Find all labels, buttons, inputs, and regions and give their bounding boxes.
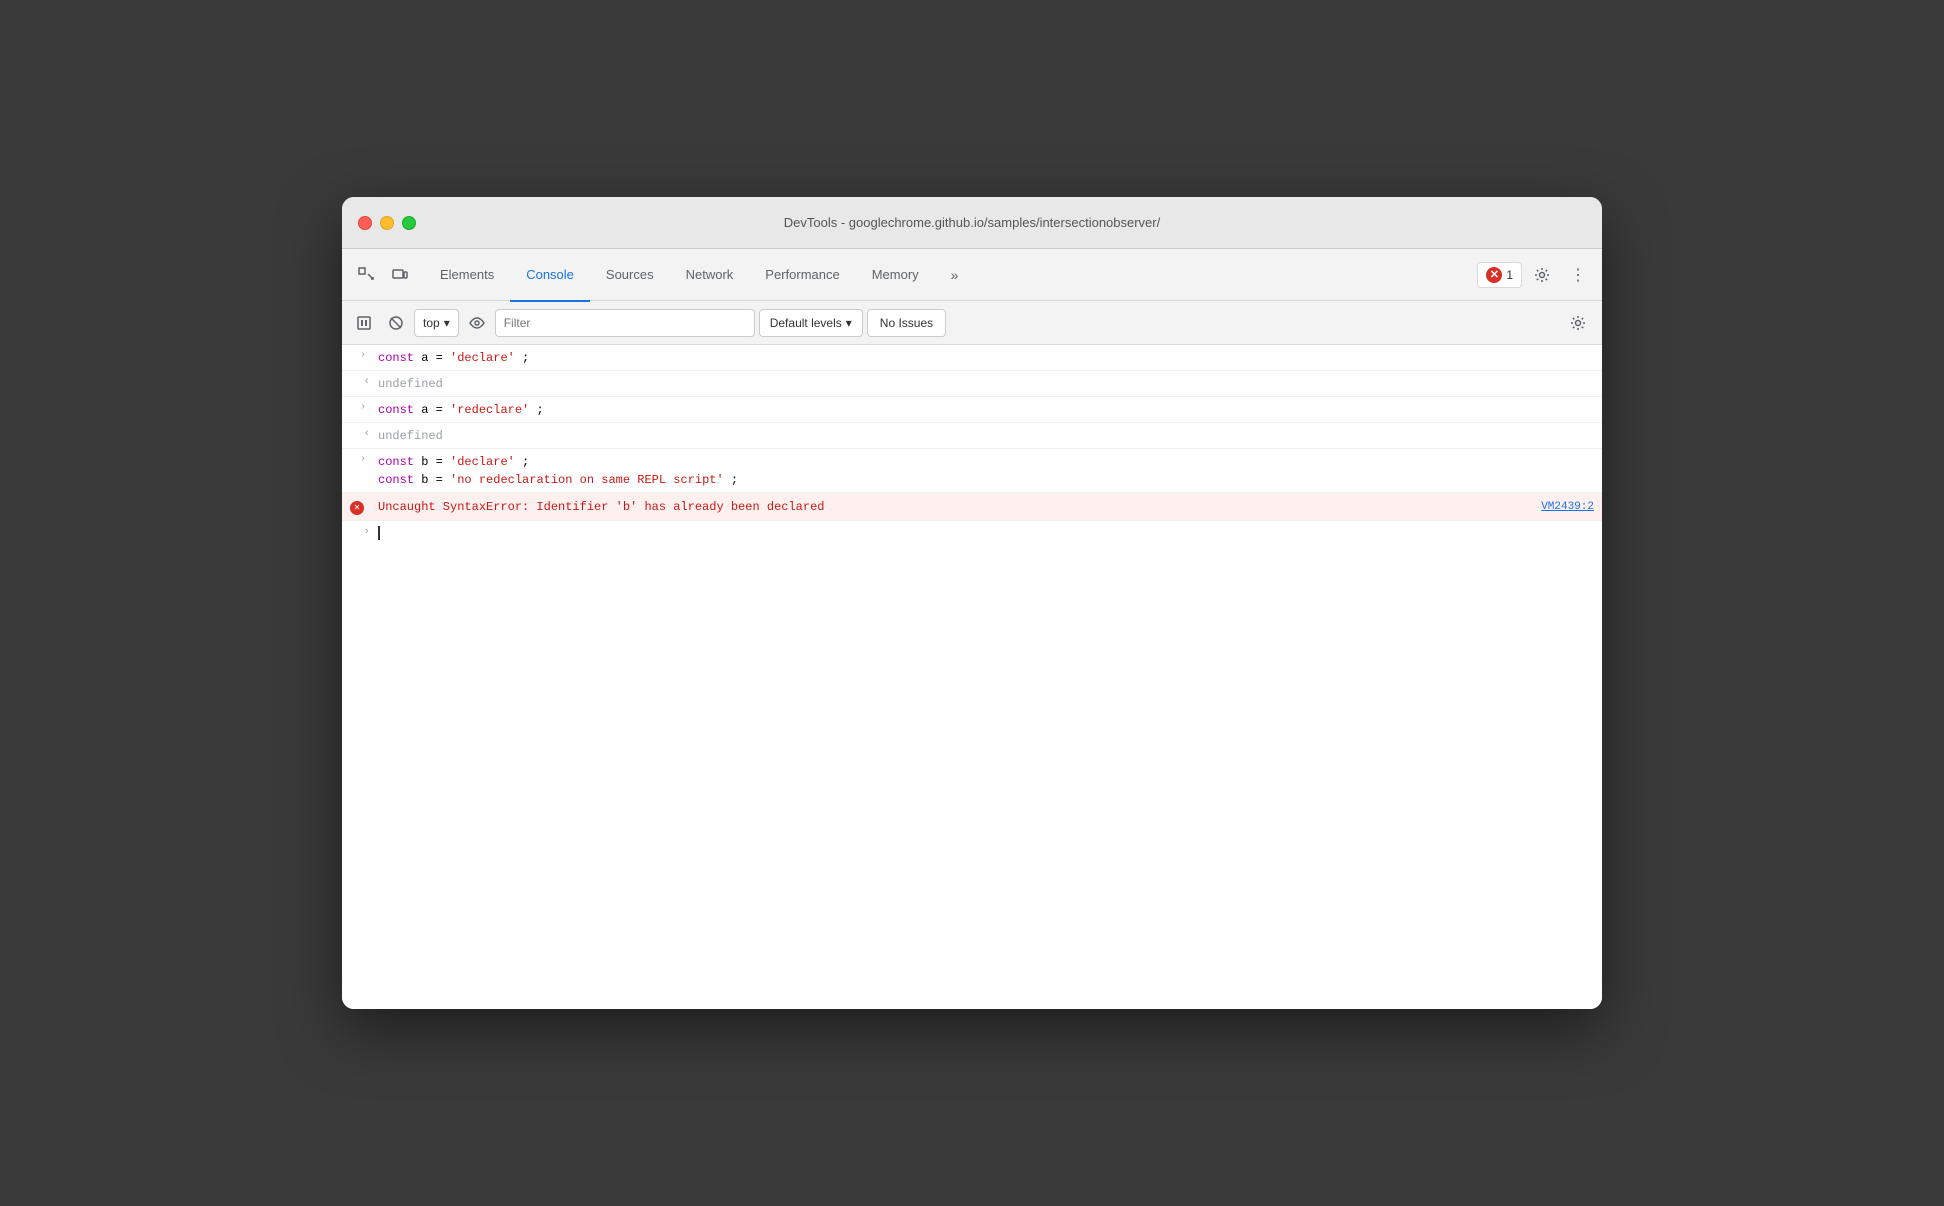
keyword-const-2: const: [378, 403, 414, 417]
error-count-icon: ✕: [1486, 267, 1502, 283]
console-input[interactable]: [378, 524, 1594, 540]
tab-performance[interactable]: Performance: [749, 250, 855, 302]
keyword-const-4: const: [378, 473, 414, 487]
levels-arrow-icon: ▾: [846, 316, 852, 330]
output-arrow-2: ‹: [363, 428, 370, 440]
console-line-1: › const a = 'declare' ;: [342, 345, 1602, 371]
error-x-icon: ✕: [1490, 268, 1499, 281]
devtools-window: DevTools - googlechrome.github.io/sample…: [342, 197, 1602, 1009]
string-no-redeclaration: 'no redeclaration on same REPL script': [450, 473, 724, 487]
error-count: 1: [1506, 268, 1513, 282]
device-toolbar-button[interactable]: [384, 259, 416, 291]
console-line-4: ‹ undefined: [342, 423, 1602, 449]
keyword-const-1: const: [378, 351, 414, 365]
string-declare-b: 'declare': [450, 455, 515, 469]
tab-console[interactable]: Console: [510, 250, 590, 302]
console-line-error: ✕ Uncaught SyntaxError: Identifier 'b' h…: [342, 493, 1602, 521]
code-line-5a: const b = 'declare' ;: [378, 453, 1594, 471]
no-issues-button[interactable]: No Issues: [867, 309, 946, 337]
input-cursor: [378, 526, 380, 540]
error-message: Uncaught SyntaxError: Identifier 'b' has…: [378, 498, 1525, 516]
expand-arrow-1[interactable]: ›: [360, 350, 366, 361]
tab-bar-right: ✕ 1 ⋮: [1477, 259, 1594, 291]
traffic-lights: [358, 216, 416, 230]
levels-button[interactable]: Default levels ▾: [759, 309, 863, 337]
context-dropdown-arrow: ▾: [444, 316, 450, 330]
tab-sources[interactable]: Sources: [590, 250, 670, 302]
console-settings-button[interactable]: [1562, 307, 1594, 339]
eye-button[interactable]: [463, 309, 491, 337]
context-selector[interactable]: top ▾: [414, 309, 459, 337]
undefined-text-1: undefined: [378, 377, 443, 391]
console-line-3: › const a = 'redeclare' ;: [342, 397, 1602, 423]
tab-bar: Elements Console Sources Network Perform…: [342, 249, 1602, 301]
line-gutter-error: ✕: [342, 497, 378, 515]
expand-arrow-3[interactable]: ›: [360, 402, 366, 413]
line-content-3: const a = 'redeclare' ;: [378, 400, 1594, 419]
keyword-const-3: const: [378, 455, 414, 469]
string-declare-1: 'declare': [450, 351, 515, 365]
window-title: DevTools - googlechrome.github.io/sample…: [784, 215, 1160, 230]
line-gutter-2: ‹: [342, 374, 378, 388]
tab-more[interactable]: »: [935, 250, 975, 302]
tab-network[interactable]: Network: [670, 250, 750, 302]
line-gutter-4: ‹: [342, 426, 378, 440]
console-line-5: › const b = 'declare' ; const b = 'no re…: [342, 449, 1602, 493]
maximize-button[interactable]: [402, 216, 416, 230]
console-output: › const a = 'declare' ; ‹ undefined: [342, 345, 1602, 1009]
filter-input[interactable]: [495, 309, 755, 337]
output-arrow-1: ‹: [363, 376, 370, 388]
error-icon: ✕: [350, 501, 364, 515]
code-line-5b: const b = 'no redeclaration on same REPL…: [378, 471, 1594, 489]
line-content-1: const a = 'declare' ;: [378, 348, 1594, 367]
line-gutter-3: ›: [342, 400, 378, 413]
line-content-4: undefined: [378, 426, 1594, 445]
input-prompt: ›: [342, 524, 378, 538]
execute-button[interactable]: [350, 309, 378, 337]
console-toolbar: top ▾ Default levels ▾ No Issues: [342, 301, 1602, 345]
title-bar: DevTools - googlechrome.github.io/sample…: [342, 197, 1602, 249]
line-gutter-5: ›: [342, 452, 378, 465]
settings-button[interactable]: [1526, 259, 1558, 291]
more-options-button[interactable]: ⋮: [1562, 259, 1594, 291]
string-redeclare: 'redeclare': [450, 403, 529, 417]
console-line-2: ‹ undefined: [342, 371, 1602, 397]
tab-elements[interactable]: Elements: [424, 250, 510, 302]
error-badge[interactable]: ✕ 1: [1477, 262, 1522, 288]
line-gutter-1: ›: [342, 348, 378, 361]
tab-memory[interactable]: Memory: [856, 250, 935, 302]
clear-console-button[interactable]: [382, 309, 410, 337]
error-source-link[interactable]: VM2439:2: [1541, 498, 1594, 516]
inspect-element-button[interactable]: [350, 259, 382, 291]
line-content-2: undefined: [378, 374, 1594, 393]
expand-arrow-5[interactable]: ›: [360, 454, 366, 465]
console-input-line[interactable]: ›: [342, 521, 1602, 545]
undefined-text-2: undefined: [378, 429, 443, 443]
minimize-button[interactable]: [380, 216, 394, 230]
line-content-5: const b = 'declare' ; const b = 'no rede…: [378, 452, 1594, 489]
devtools-panel: Elements Console Sources Network Perform…: [342, 249, 1602, 1009]
tab-bar-icons: [350, 259, 416, 291]
close-button[interactable]: [358, 216, 372, 230]
error-content: Uncaught SyntaxError: Identifier 'b' has…: [378, 497, 1594, 516]
